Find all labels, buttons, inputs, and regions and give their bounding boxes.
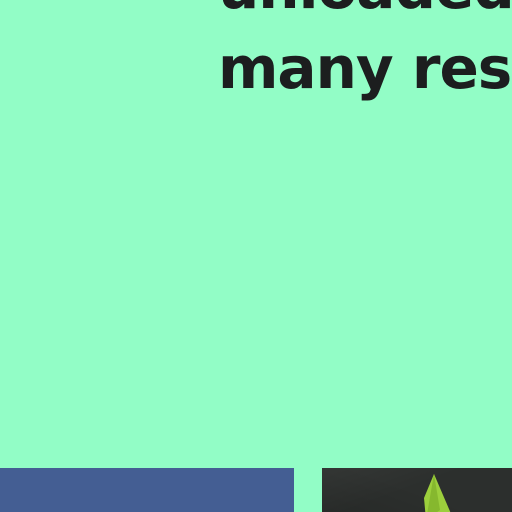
- card-image-texture: [322, 468, 512, 512]
- leaf-icon: [424, 474, 451, 512]
- headline-line-1: unloaded.: [218, 0, 512, 28]
- card-thumbnail-right[interactable]: [322, 468, 512, 512]
- page: unloaded. many restr: [0, 0, 512, 512]
- headline-line-2: many restr: [218, 34, 512, 102]
- card-thumbnail-left[interactable]: [0, 468, 294, 512]
- article-headline: unloaded. many restr: [218, 0, 512, 108]
